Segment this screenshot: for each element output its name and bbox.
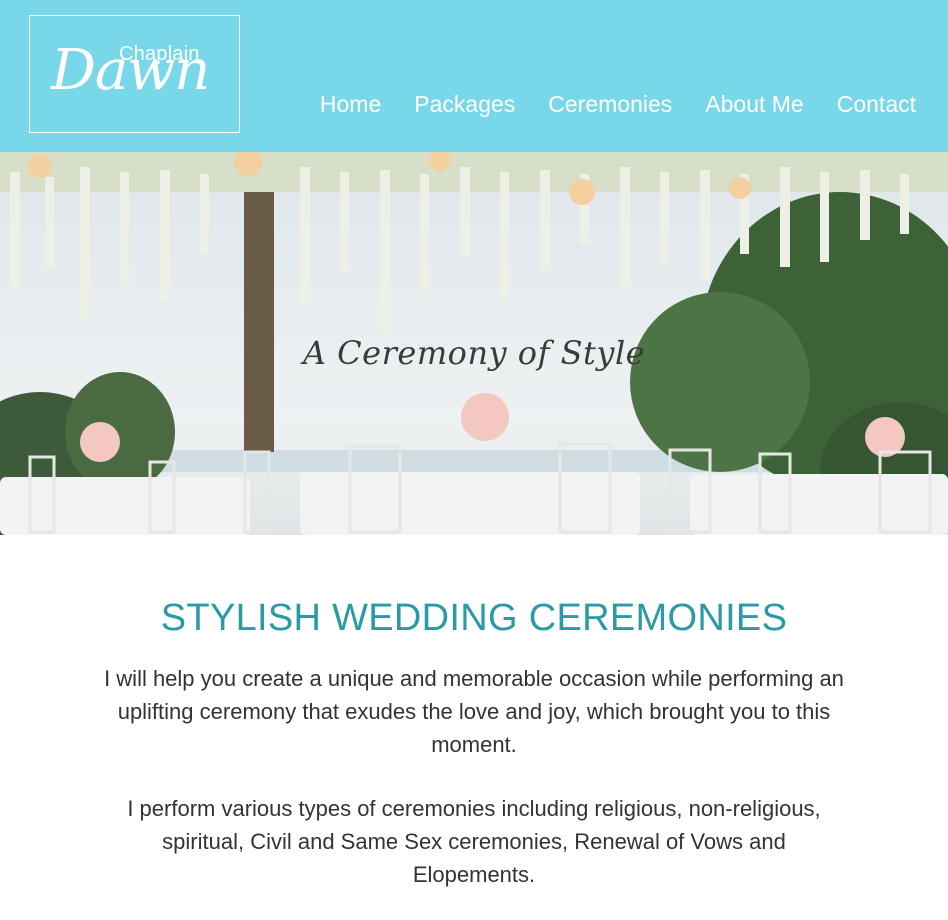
intro-paragraph: I will help you create a unique and memo…	[104, 666, 844, 757]
nav-ceremonies[interactable]: Ceremonies	[548, 90, 672, 118]
site-logo[interactable]: Chaplain Dawn	[29, 15, 240, 133]
main-nav: Home Packages Ceremonies About Me Contac…	[320, 90, 916, 118]
main-content: STYLISH WEDDING CEREMONIES I will help y…	[0, 535, 948, 891]
site-header: Chaplain Dawn Home Packages Ceremonies A…	[0, 0, 948, 152]
ceremonies-paragraph: I perform various types of ceremonies in…	[127, 796, 821, 887]
hero-caption: A Ceremony of Style	[302, 334, 646, 372]
nav-about-me[interactable]: About Me	[705, 90, 803, 118]
page-headline: STYLISH WEDDING CEREMONIES	[160, 597, 788, 639]
nav-packages[interactable]: Packages	[414, 90, 515, 118]
nav-home[interactable]: Home	[320, 90, 381, 118]
nav-contact[interactable]: Contact	[837, 90, 916, 118]
hero-banner: A Ceremony of Style	[0, 152, 948, 535]
logo-dawn-text: Dawn	[51, 38, 210, 103]
